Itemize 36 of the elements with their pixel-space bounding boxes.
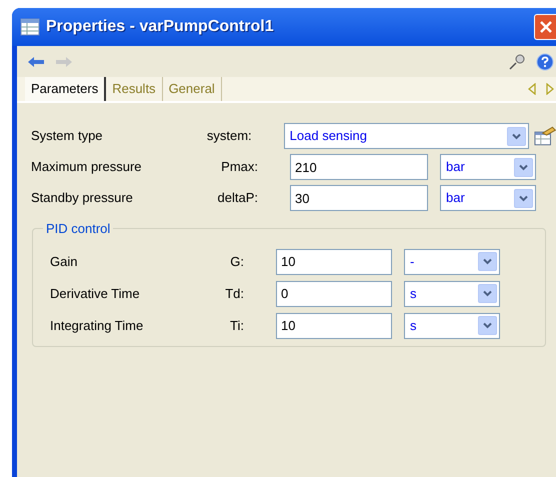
- parameter-label: Gain: [50, 252, 78, 271]
- group-title: PID control: [45, 220, 112, 238]
- tab[interactable]: Results: [106, 77, 163, 101]
- dropdown[interactable]: -: [404, 248, 500, 274]
- close-button[interactable]: [534, 14, 556, 40]
- help-icon[interactable]: [536, 52, 554, 70]
- table-settings-icon[interactable]: [532, 125, 556, 147]
- dropdown[interactable]: Load sensing: [284, 123, 529, 149]
- tab[interactable]: Parameters: [25, 77, 106, 101]
- dropdown[interactable]: s: [404, 312, 500, 338]
- parameter-label: Maximum pressure: [31, 158, 143, 176]
- scroll-left-icon[interactable]: [528, 83, 536, 95]
- parameter-symbol: Ti:: [229, 316, 244, 335]
- input-field[interactable]: 10: [276, 312, 392, 338]
- input-field[interactable]: 210: [290, 154, 428, 180]
- tab[interactable]: General: [162, 77, 222, 101]
- dropdown[interactable]: bar: [440, 185, 536, 211]
- scroll-right-icon[interactable]: [546, 83, 554, 95]
- close-icon[interactable]: [538, 20, 552, 34]
- parameter-symbol: Td:: [224, 284, 244, 303]
- input-field[interactable]: 30: [290, 185, 428, 211]
- input-field[interactable]: 10: [276, 248, 392, 274]
- back-arrow-icon[interactable]: [27, 56, 45, 68]
- input-field[interactable]: 0: [276, 280, 392, 306]
- parameter-symbol: Pmax:: [220, 158, 258, 176]
- parameter-symbol: deltaP:: [216, 189, 258, 208]
- table-icon: [20, 18, 40, 36]
- window-title: Properties - varPumpControl1: [46, 17, 274, 37]
- parameter-symbol: system:: [206, 127, 252, 146]
- parameter-label: Derivative Time: [50, 284, 141, 303]
- parameter-label: Standby pressure: [31, 189, 134, 208]
- dropdown[interactable]: s: [404, 280, 500, 306]
- parameter-label: System type: [31, 127, 104, 146]
- parameter-label: Integrating Time: [50, 316, 144, 335]
- dropdown[interactable]: bar: [440, 154, 536, 180]
- parameter-symbol: G:: [229, 252, 244, 271]
